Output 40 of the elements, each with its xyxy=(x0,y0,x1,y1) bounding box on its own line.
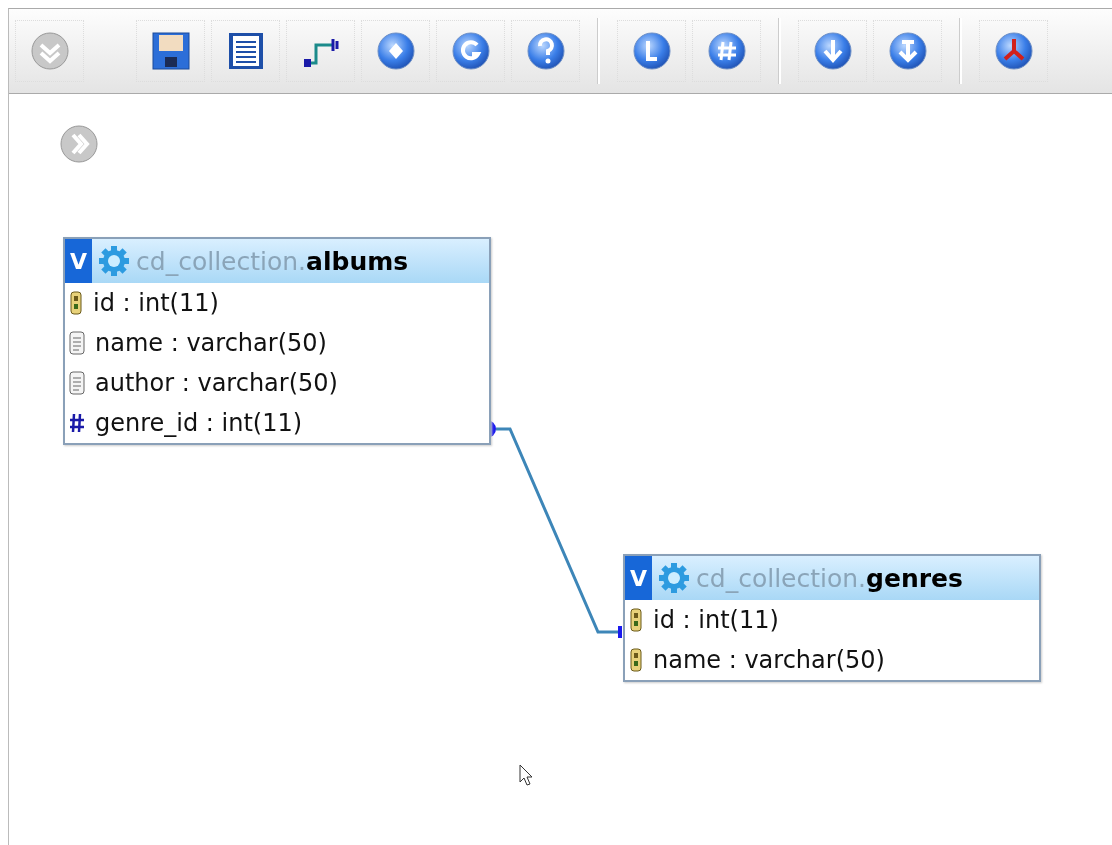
help-button[interactable] xyxy=(511,20,580,82)
column-label: name : varchar(50) xyxy=(653,646,885,674)
cursor-icon xyxy=(519,764,533,786)
grid-button[interactable] xyxy=(692,20,761,82)
letter-g-icon xyxy=(450,31,491,71)
key-icon xyxy=(69,291,83,315)
toggle-button[interactable]: V xyxy=(625,556,653,600)
angle-button[interactable] xyxy=(617,20,686,82)
download-button[interactable] xyxy=(798,20,867,82)
diamond-button[interactable] xyxy=(361,20,430,82)
toggle-button[interactable]: V xyxy=(65,239,93,283)
table-title: cd_collection.albums xyxy=(136,246,409,276)
column-label: genre_id : int(11) xyxy=(95,409,303,437)
double-chevron-down-icon xyxy=(29,31,70,71)
angle-icon xyxy=(631,31,672,71)
document-icon xyxy=(69,331,85,355)
gear-icon[interactable] xyxy=(658,562,691,594)
save-button[interactable] xyxy=(136,20,205,82)
gear-icon[interactable] xyxy=(98,245,131,277)
reload-button[interactable] xyxy=(436,20,505,82)
relation-button[interactable] xyxy=(286,20,355,82)
column-label: name : varchar(50) xyxy=(95,329,327,357)
column-label: id : int(11) xyxy=(653,606,779,634)
document-icon xyxy=(69,371,85,395)
key-icon xyxy=(629,608,643,632)
double-chevron-right-icon xyxy=(59,124,99,164)
table-title: cd_collection.genres xyxy=(696,563,963,593)
table-box[interactable]: V cd_collection.genres id : int(11) name : varchar(50) xyxy=(623,554,1041,682)
hash-icon xyxy=(69,412,85,434)
hash-icon xyxy=(706,31,747,71)
list-button[interactable] xyxy=(211,20,280,82)
import-button[interactable] xyxy=(873,20,942,82)
column-label: author : varchar(50) xyxy=(95,369,338,397)
pdf-button[interactable] xyxy=(979,20,1048,82)
pdf-icon xyxy=(993,31,1034,71)
save-icon xyxy=(150,31,191,71)
column-label: id : int(11) xyxy=(93,289,219,317)
key-icon xyxy=(629,648,643,672)
table-box[interactable]: V cd_collection.albums id : int(11) name : varchar(50) author : varchar(50) genre_id : int(11) xyxy=(63,237,491,445)
help-icon xyxy=(525,31,566,71)
